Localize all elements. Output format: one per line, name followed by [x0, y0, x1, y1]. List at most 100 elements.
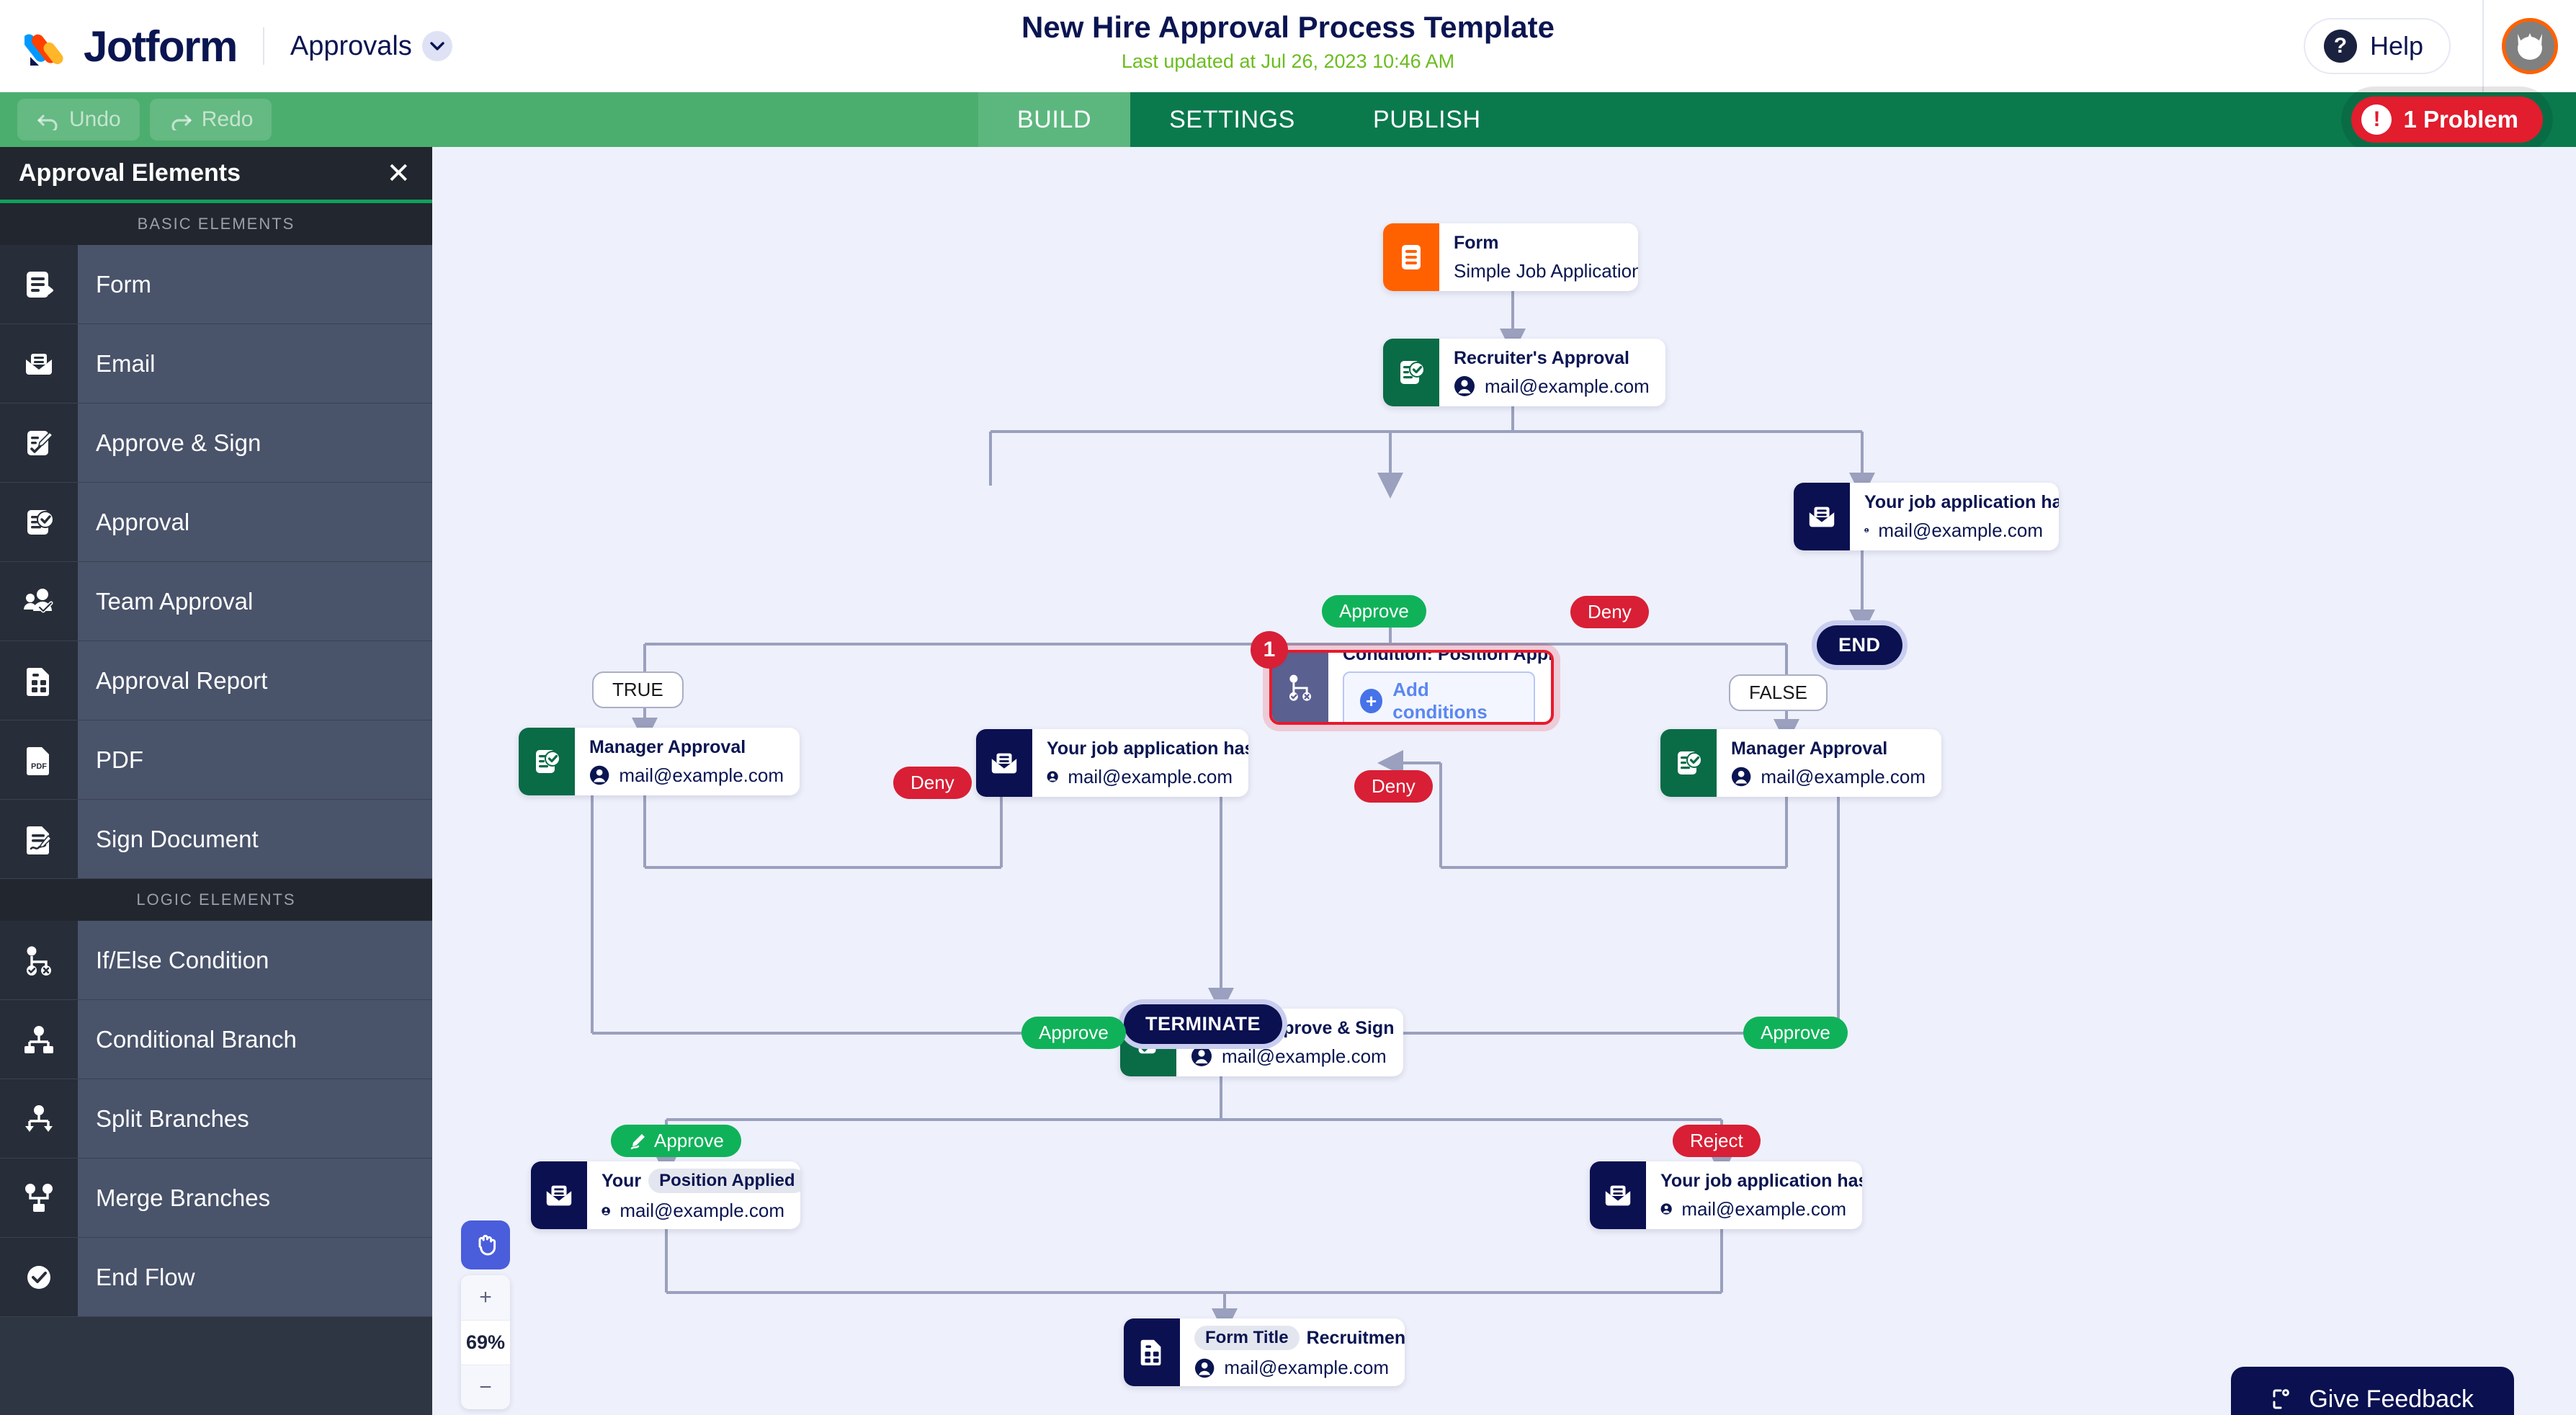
- chevron-down-icon[interactable]: [421, 31, 452, 61]
- merge-branches-icon: [0, 1159, 78, 1237]
- node-title: Manager Approval: [589, 736, 746, 757]
- user-icon: [1731, 767, 1751, 787]
- pen-icon: [630, 1133, 645, 1149]
- node-manager-approval-left[interactable]: Manager Approval mail@example.com: [519, 728, 800, 795]
- edge-label-true: TRUE: [592, 671, 684, 708]
- product-menu[interactable]: Approvals: [290, 31, 452, 62]
- tab-publish[interactable]: PUBLISH: [1334, 92, 1520, 147]
- node-subtitle: Simple Job Application Fo...: [1454, 259, 1638, 282]
- sidebar-item-label: Approval Report: [78, 641, 432, 720]
- node-body: Your job application has been... mail@ex…: [1850, 483, 2059, 550]
- zoom-in-button[interactable]: +: [461, 1275, 510, 1320]
- pdf-icon: PDF: [0, 720, 78, 799]
- zoom-controls: + 69% −: [461, 1275, 510, 1409]
- edge-label-deny-right: Deny: [1354, 770, 1433, 803]
- field-chip: Form Title: [1194, 1326, 1300, 1350]
- sidebar-item-if-else-condition[interactable]: If/Else Condition: [0, 921, 432, 1000]
- redo-label: Redo: [201, 107, 254, 131]
- document-title-block: New Hire Approval Process Template Last …: [856, 10, 1720, 73]
- terminal-terminate[interactable]: TERMINATE: [1124, 1004, 1282, 1044]
- help-button[interactable]: ? Help: [2303, 18, 2451, 74]
- sidebar-item-email[interactable]: Email: [0, 324, 432, 403]
- node-title: Form: [1454, 232, 1499, 253]
- node-title: Recruiter's Approval: [1454, 347, 1629, 368]
- sidebar-item-approval-report[interactable]: Approval Report: [0, 641, 432, 720]
- sidebar-item-pdf[interactable]: PDF PDF: [0, 720, 432, 800]
- status-badge[interactable]: 1: [1251, 631, 1288, 669]
- undo-label: Undo: [69, 107, 121, 131]
- zoom-level-label: 69%: [461, 1320, 510, 1365]
- node-assignee: mail@example.com: [601, 1200, 784, 1222]
- node-title: Your job application has been...: [1047, 738, 1248, 759]
- node-title: Condition: Position Applied: [1343, 650, 1554, 664]
- node-email-deny-top[interactable]: Your job application has been... mail@ex…: [1794, 483, 2059, 550]
- user-icon: [589, 765, 609, 785]
- main-tabs: BUILD SETTINGS PUBLISH: [978, 92, 1520, 147]
- approval-check-icon: [0, 483, 78, 561]
- if-else-icon: [0, 921, 78, 999]
- node-manager-approval-right[interactable]: Manager Approval mail@example.com: [1660, 729, 1941, 797]
- sidebar-item-merge-branches[interactable]: Merge Branches: [0, 1159, 432, 1238]
- node-body: Form Title Recruitment Re... mail@exampl…: [1180, 1318, 1405, 1386]
- sidebar-item-conditional-branch[interactable]: Conditional Branch: [0, 1000, 432, 1079]
- sidebar-title: Approval Elements: [19, 159, 241, 187]
- svg-text:PDF: PDF: [31, 762, 47, 771]
- user-icon: [601, 1206, 610, 1215]
- zoom-out-button[interactable]: −: [461, 1365, 510, 1409]
- node-title-suffix: Recruitment Re...: [1306, 1327, 1405, 1348]
- add-conditions-button[interactable]: + Add conditions: [1343, 671, 1535, 722]
- approval-check-icon: [1383, 339, 1439, 406]
- node-approval-report[interactable]: Form Title Recruitment Re... mail@exampl…: [1124, 1318, 1405, 1386]
- user-icon: [1194, 1358, 1215, 1378]
- node-assignee: mail@example.com: [1731, 766, 1926, 788]
- tab-build[interactable]: BUILD: [978, 92, 1131, 147]
- close-icon[interactable]: ✕: [386, 159, 411, 188]
- user-icon: [1454, 376, 1475, 396]
- node-body: Manager Approval mail@example.com: [575, 728, 800, 795]
- node-title: Manager Approval: [1731, 738, 1888, 759]
- sidebar-item-approve-sign[interactable]: Approve & Sign: [0, 403, 432, 483]
- undo-button[interactable]: Undo: [17, 99, 140, 140]
- sidebar-item-label: Merge Branches: [78, 1159, 432, 1237]
- workflow-canvas[interactable]: Form Simple Job Application Fo... Recrui…: [432, 147, 2576, 1415]
- edge-label-reject: Reject: [1673, 1125, 1761, 1157]
- sidebar-item-label: Conditional Branch: [78, 1000, 432, 1079]
- alert-exclamation-icon: !: [2361, 104, 2392, 135]
- sidebar-item-split-branches[interactable]: Split Branches: [0, 1079, 432, 1159]
- avatar-wrap[interactable]: [2484, 18, 2576, 74]
- node-form[interactable]: Form Simple Job Application Fo...: [1383, 223, 1638, 291]
- node-recruiters-approval[interactable]: Recruiter's Approval mail@example.com: [1383, 339, 1665, 406]
- user-icon: [1660, 1203, 1672, 1215]
- sidebar-item-end-flow[interactable]: End Flow: [0, 1238, 432, 1317]
- node-email-middle[interactable]: Your job application has been... mail@ex…: [976, 729, 1248, 797]
- give-feedback-button[interactable]: Give Feedback: [2231, 1367, 2514, 1415]
- tab-settings[interactable]: SETTINGS: [1130, 92, 1334, 147]
- jotform-logo[interactable]: Jotform: [22, 22, 238, 71]
- plus-icon: +: [1360, 689, 1383, 713]
- sidebar-item-sign-document[interactable]: Sign Document: [0, 800, 432, 879]
- problem-badge[interactable]: ! 1 Problem: [2351, 97, 2543, 143]
- node-assignee: mail@example.com: [1864, 519, 2043, 542]
- node-email-approved[interactable]: Your Position Applied app... mail@exampl…: [531, 1161, 800, 1229]
- node-body: Recruiter's Approval mail@example.com: [1439, 339, 1665, 406]
- sidebar-item-label: Sign Document: [78, 800, 432, 878]
- header-divider: [262, 27, 264, 65]
- sidebar-item-label: Form: [78, 245, 432, 323]
- edge-label-deny-left: Deny: [893, 767, 972, 799]
- node-condition-position-applied[interactable]: Condition: Position Applied + Add condit…: [1269, 650, 1554, 725]
- node-assignee: mail@example.com: [1194, 1357, 1389, 1379]
- node-body: Condition: Position Applied + Add condit…: [1328, 653, 1551, 722]
- edge-label-approve-right: Approve: [1743, 1017, 1848, 1049]
- sidebar-item-approval[interactable]: Approval: [0, 483, 432, 562]
- node-email-reject[interactable]: Your job application has been... mail@ex…: [1590, 1161, 1862, 1229]
- edge-label-deny-top: Deny: [1570, 596, 1649, 628]
- node-title: Your job application has been...: [1660, 1170, 1862, 1191]
- avatar[interactable]: [2502, 18, 2558, 74]
- build-toolbar: Undo Redo BUILD SETTINGS PUBLISH ! 1 Pro…: [0, 92, 2576, 147]
- pan-tool-button[interactable]: [461, 1220, 510, 1269]
- sidebar-item-team-approval[interactable]: Team Approval: [0, 562, 432, 641]
- envelope-icon: [976, 729, 1032, 797]
- redo-button[interactable]: Redo: [149, 99, 272, 140]
- sidebar-item-form[interactable]: Form: [0, 245, 432, 324]
- terminal-end[interactable]: END: [1817, 625, 1902, 665]
